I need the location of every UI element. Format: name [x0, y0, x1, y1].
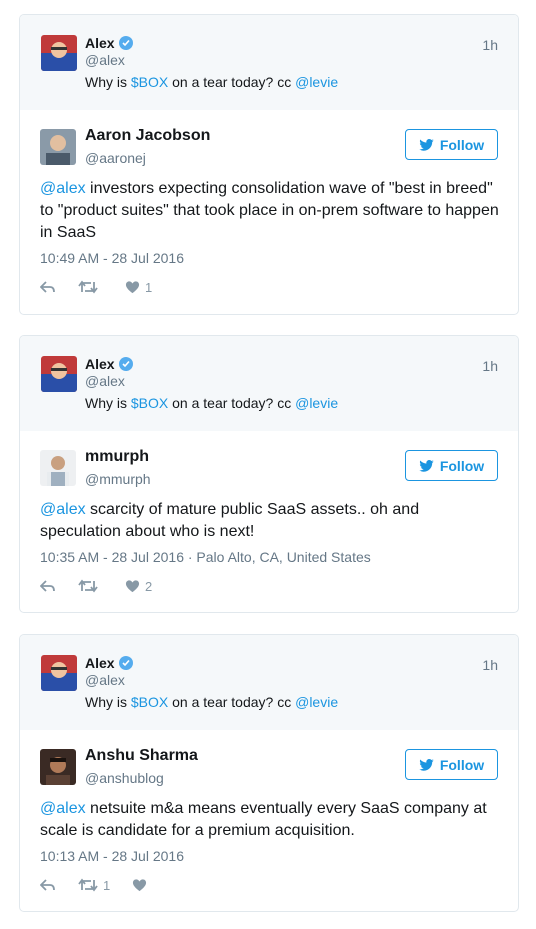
tweet-text-segment: scarcity of mature public SaaS assets.. …	[40, 501, 420, 540]
follow-label: Follow	[439, 136, 485, 153]
tweet-text-segment: Why is	[85, 74, 131, 90]
tweet-card: Alex @alex 1h Why is $BOX on a tear toda…	[19, 14, 519, 315]
tweet-text-segment: investors expecting consolidation wave o…	[40, 180, 499, 241]
cashtag-link[interactable]: $BOX	[131, 395, 168, 411]
quoted-timestamp[interactable]: 1h	[482, 358, 498, 374]
tweet-text-segment: netsuite m&a means eventually every SaaS…	[40, 800, 487, 839]
quoted-timestamp[interactable]: 1h	[482, 657, 498, 673]
quoted-author-handle[interactable]: @alex	[85, 52, 125, 68]
twitter-bird-icon	[419, 758, 434, 771]
follow-button[interactable]: Follow	[405, 749, 498, 780]
retweet-action[interactable]: 1	[78, 878, 110, 893]
tweet-card: Alex @alex 1h Why is $BOX on a tear toda…	[19, 634, 519, 912]
verified-badge-icon	[118, 656, 133, 670]
quoted-author-handle[interactable]: @alex	[85, 373, 125, 389]
like-action[interactable]: 1	[125, 280, 152, 295]
reply-author-handle[interactable]: @aaronej	[85, 150, 146, 166]
avatar[interactable]	[41, 655, 77, 691]
heart-icon	[133, 879, 147, 892]
quoted-tweet-text: Why is $BOX on a tear today? cc @levie	[85, 74, 338, 90]
mention-link[interactable]: @alex	[40, 501, 86, 518]
reply-icon	[40, 281, 55, 293]
like-action[interactable]	[132, 878, 152, 892]
cashtag-link[interactable]: $BOX	[131, 74, 168, 90]
avatar[interactable]	[41, 35, 77, 71]
quoted-tweet[interactable]: Alex @alex 1h Why is $BOX on a tear toda…	[20, 336, 518, 431]
reply-action[interactable]	[40, 280, 56, 294]
avatar[interactable]	[41, 356, 77, 392]
like-count: 1	[145, 279, 153, 295]
mention-link[interactable]: @levie	[295, 74, 338, 90]
follow-label: Follow	[439, 457, 485, 474]
quoted-author-handle[interactable]: @alex	[85, 672, 125, 688]
reply-action[interactable]	[40, 878, 56, 892]
retweet-icon	[78, 878, 98, 892]
quoted-tweet-text: Why is $BOX on a tear today? cc @levie	[85, 694, 338, 710]
reply-icon	[40, 879, 55, 891]
avatar[interactable]	[40, 749, 76, 785]
mention-link[interactable]: @levie	[295, 395, 338, 411]
quoted-author-name[interactable]: Alex	[85, 356, 133, 372]
reply-author-name[interactable]: Aaron Jacobson	[85, 127, 210, 145]
tweet-text-segment: Why is	[85, 395, 131, 411]
quoted-author-name[interactable]: Alex	[85, 35, 133, 51]
reply-author-handle[interactable]: @mmurph	[85, 471, 151, 487]
follow-button[interactable]: Follow	[405, 450, 498, 481]
tweet-text-segment: on a tear today? cc	[168, 395, 296, 411]
mention-link[interactable]: @alex	[40, 180, 86, 197]
cashtag-link[interactable]: $BOX	[131, 694, 168, 710]
retweet-icon	[78, 579, 98, 593]
tweet-card: Alex @alex 1h Why is $BOX on a tear toda…	[19, 335, 519, 613]
quoted-tweet-text: Why is $BOX on a tear today? cc @levie	[85, 395, 338, 411]
reply-author-handle[interactable]: @anshublog	[85, 770, 164, 786]
twitter-bird-icon	[419, 138, 434, 151]
mention-link[interactable]: @levie	[295, 694, 338, 710]
follow-button[interactable]: Follow	[405, 129, 498, 160]
author-name[interactable]: Alex	[85, 655, 115, 671]
author-name[interactable]: Alex	[85, 356, 115, 372]
author-name[interactable]: Alex	[85, 35, 115, 51]
heart-icon	[125, 281, 140, 294]
reply-icon	[40, 580, 55, 592]
tweet-timestamp[interactable]: 10:35 AM - 28 Jul 2016 · Palo Alto, CA, …	[40, 549, 371, 565]
verified-badge-icon	[118, 357, 133, 371]
quoted-tweet[interactable]: Alex @alex 1h Why is $BOX on a tear toda…	[20, 635, 518, 730]
tweet-timestamp[interactable]: 10:13 AM - 28 Jul 2016	[40, 848, 184, 864]
reply-tweet-text: @alex scarcity of mature public SaaS ass…	[40, 499, 500, 543]
tweet-actions: 1	[40, 876, 174, 894]
reply-tweet-text: @alex netsuite m&a means eventually ever…	[40, 798, 500, 842]
verified-badge-icon	[118, 36, 133, 50]
follow-label: Follow	[439, 756, 485, 773]
tweet-actions: 2	[40, 577, 174, 595]
reply-author-name[interactable]: mmurph	[85, 448, 149, 466]
retweet-action[interactable]	[78, 280, 103, 294]
avatar[interactable]	[40, 450, 76, 486]
retweet-count: 1	[103, 877, 111, 893]
retweet-icon	[78, 280, 98, 294]
quoted-timestamp[interactable]: 1h	[482, 37, 498, 53]
like-count: 2	[145, 578, 153, 594]
tweet-text-segment: on a tear today? cc	[168, 694, 296, 710]
reply-author-name[interactable]: Anshu Sharma	[85, 747, 198, 765]
tweet-text-segment: on a tear today? cc	[168, 74, 296, 90]
avatar[interactable]	[40, 129, 76, 165]
like-action[interactable]: 2	[125, 579, 152, 594]
reply-tweet-text: @alex investors expecting consolidation …	[40, 178, 500, 244]
heart-icon	[125, 580, 140, 593]
tweet-timestamp[interactable]: 10:49 AM - 28 Jul 2016	[40, 250, 184, 266]
tweet-text-segment: Why is	[85, 694, 131, 710]
mention-link[interactable]: @alex	[40, 800, 86, 817]
twitter-bird-icon	[419, 459, 434, 472]
quoted-author-name[interactable]: Alex	[85, 655, 133, 671]
quoted-tweet[interactable]: Alex @alex 1h Why is $BOX on a tear toda…	[20, 15, 518, 110]
tweet-actions: 1	[40, 278, 174, 296]
reply-action[interactable]	[40, 579, 56, 593]
retweet-action[interactable]	[78, 579, 103, 593]
